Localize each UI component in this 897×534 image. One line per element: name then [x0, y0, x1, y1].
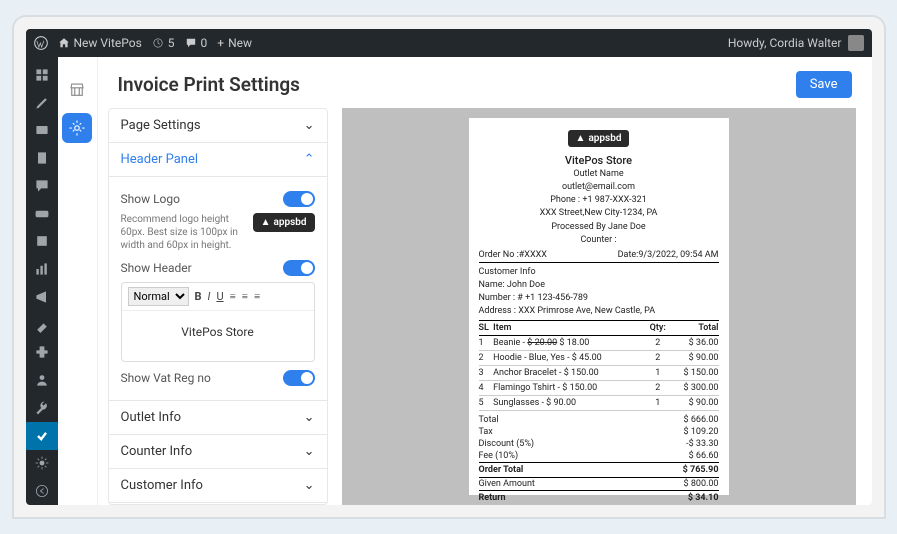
- acc-page-settings[interactable]: Page Settings⌄: [109, 109, 327, 143]
- chevron-down-icon: ⌄: [304, 478, 315, 493]
- menu-analytics[interactable]: [26, 255, 58, 283]
- menu-marketing[interactable]: [26, 283, 58, 311]
- chevron-down-icon: ⌄: [304, 444, 315, 459]
- store-icon[interactable]: [62, 75, 92, 105]
- customer-number: Number : # +1 123-456-789: [479, 292, 719, 304]
- wp-admin-bar: New VitePos 5 0 + New Howdy, Cordia Walt…: [26, 29, 872, 57]
- show-logo-label: Show Logo: [121, 192, 283, 206]
- table-row: 3Anchor Bracelet - $ 150.001$ 150.00: [479, 366, 719, 381]
- customer-name: Name: John Doe: [479, 279, 719, 291]
- customer-address: Address : XXX Primrose Ave, New Castle, …: [479, 305, 719, 317]
- align-right-icon[interactable]: ≡: [254, 291, 260, 303]
- comments[interactable]: 0: [185, 36, 208, 50]
- bold-icon[interactable]: B: [195, 290, 202, 303]
- menu-appearance[interactable]: [26, 311, 58, 339]
- gear-icon[interactable]: [62, 113, 92, 143]
- order-date: Date:9/3/2022, 09:54 AM: [618, 250, 719, 260]
- header-editor: Normal B I U ≡ ≡ ≡ VitePos Store: [121, 282, 315, 362]
- th-total: Total: [669, 321, 718, 336]
- acc-customer-info[interactable]: Customer Info⌄: [109, 469, 327, 503]
- acc-item-details[interactable]: Item Details⌄: [109, 503, 327, 505]
- site-name[interactable]: New VitePos: [58, 36, 142, 50]
- wp-sidebar: [26, 57, 58, 505]
- th-qty: Qty:: [646, 321, 669, 336]
- menu-pages[interactable]: [26, 144, 58, 172]
- table-row: 5Sunglasses - $ 90.001$ 90.00: [479, 396, 719, 411]
- updates[interactable]: 5: [152, 36, 175, 50]
- receipt-email: outlet@email.com: [479, 181, 719, 193]
- menu-tools[interactable]: [26, 394, 58, 422]
- menu-settings[interactable]: [26, 450, 58, 478]
- save-button[interactable]: Save: [796, 71, 852, 98]
- logo-preview: ▲ appsbd: [253, 213, 315, 232]
- th-item: Item: [493, 321, 646, 336]
- acc-counter-info[interactable]: Counter Info⌄: [109, 435, 327, 469]
- chevron-down-icon: ⌄: [304, 410, 315, 425]
- logo-hint: Recommend logo height 60px. Best size is…: [121, 213, 245, 252]
- receipt-counter: Counter :: [479, 234, 719, 246]
- show-header-toggle[interactable]: [283, 260, 315, 276]
- receipt-preview: ▲ appsbd VitePos Store Outlet Name outle…: [342, 108, 856, 505]
- th-sl: SL: [479, 321, 494, 336]
- menu-vitepos[interactable]: [26, 422, 58, 450]
- customer-info-label: Customer Info: [479, 266, 719, 278]
- table-row: 1Beanie - $ 20.00 $ 18.002$ 36.00: [479, 336, 719, 351]
- receipt: ▲ appsbd VitePos Store Outlet Name outle…: [469, 118, 729, 495]
- howdy-text[interactable]: Howdy, Cordia Walter: [728, 36, 842, 50]
- chevron-down-icon: ⌄: [304, 118, 315, 133]
- table-row: 2Hoodie - Blue, Yes - $ 45.002$ 90.00: [479, 351, 719, 366]
- menu-users[interactable]: [26, 366, 58, 394]
- underline-icon[interactable]: U: [216, 290, 223, 303]
- avatar[interactable]: [848, 35, 864, 51]
- receipt-phone: Phone : +1 987-XXX-321: [479, 194, 719, 206]
- totals: Total$ 666.00 Tax$ 109.20 Discount (5%)-…: [479, 414, 719, 505]
- align-left-icon[interactable]: ≡: [230, 291, 236, 303]
- show-vat-label: Show Vat Reg no: [121, 371, 283, 385]
- table-row: 4Flamingo Tshirt - $ 150.002$ 300.00: [479, 381, 719, 396]
- menu-plugins[interactable]: [26, 339, 58, 367]
- format-select[interactable]: Normal: [128, 287, 189, 306]
- menu-collapse[interactable]: [26, 477, 58, 505]
- italic-icon[interactable]: I: [208, 290, 211, 303]
- order-no: Order No :#XXXX: [479, 250, 547, 260]
- show-vat-toggle[interactable]: [283, 370, 315, 386]
- receipt-address: XXX Street,New City-1234, PA: [479, 207, 719, 219]
- receipt-store: VitePos Store: [479, 154, 719, 167]
- items-table: SL Item Qty: Total 1Beanie - $ 20.00 $ 1…: [479, 320, 719, 411]
- chevron-up-icon: ⌃: [304, 152, 315, 167]
- menu-products[interactable]: [26, 228, 58, 256]
- wp-logo-icon[interactable]: [34, 36, 48, 50]
- settings-panel: Page Settings⌄ Header Panel⌃ Show Logo R…: [108, 108, 328, 505]
- acc-header-panel[interactable]: Header Panel⌃: [109, 143, 327, 177]
- vitepos-icon-column: [58, 57, 98, 505]
- page-title: Invoice Print Settings: [118, 73, 300, 96]
- receipt-processed: Processed By Jane Doe: [479, 221, 719, 233]
- receipt-logo: ▲ appsbd: [568, 130, 630, 147]
- receipt-outlet: Outlet Name: [479, 168, 719, 180]
- menu-woo[interactable]: [26, 200, 58, 228]
- header-panel-body: Show Logo Recommend logo height 60px. Be…: [109, 177, 327, 401]
- menu-media[interactable]: [26, 117, 58, 145]
- show-header-label: Show Header: [121, 261, 283, 275]
- menu-comments[interactable]: [26, 172, 58, 200]
- show-logo-toggle[interactable]: [283, 191, 315, 207]
- align-center-icon[interactable]: ≡: [242, 291, 248, 303]
- new-content[interactable]: + New: [217, 36, 252, 50]
- acc-outlet-info[interactable]: Outlet Info⌄: [109, 401, 327, 435]
- menu-dashboard[interactable]: [26, 61, 58, 89]
- menu-posts[interactable]: [26, 89, 58, 117]
- editor-content[interactable]: VitePos Store: [122, 311, 314, 361]
